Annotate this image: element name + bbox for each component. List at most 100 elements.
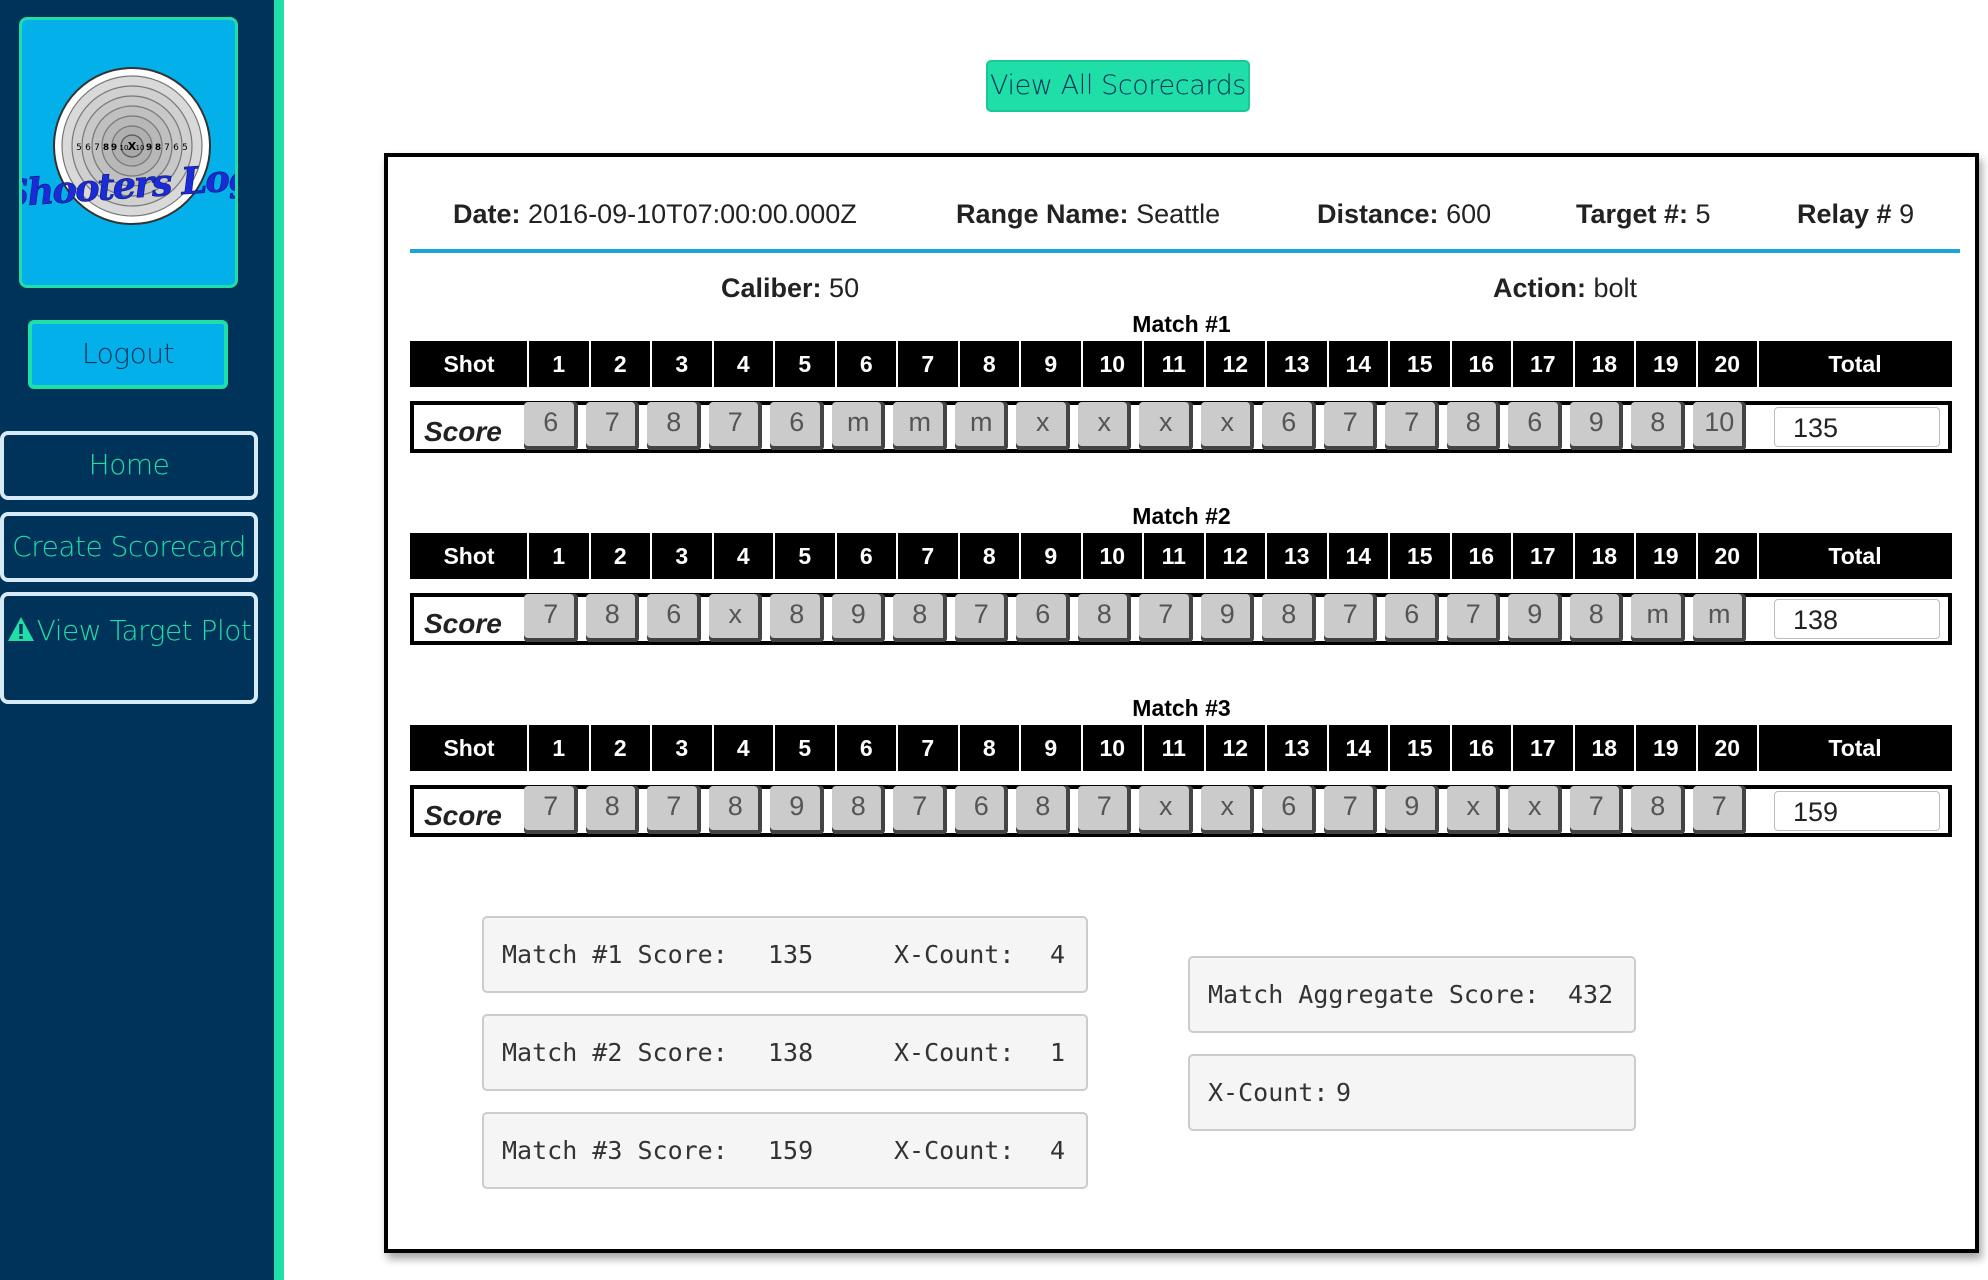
- shot-score-input[interactable]: 8: [585, 786, 639, 834]
- shot-score-input[interactable]: 8: [647, 402, 701, 450]
- shot-number-header: 11: [1161, 543, 1186, 569]
- shot-number-header: 17: [1529, 351, 1556, 377]
- shot-score-input[interactable]: 6: [1385, 594, 1439, 642]
- shot-score-input[interactable]: m: [831, 402, 885, 450]
- shot-score-input[interactable]: x: [1077, 402, 1131, 450]
- shot-score-input[interactable]: x: [1508, 786, 1562, 834]
- shot-score-input[interactable]: 9: [1200, 594, 1254, 642]
- shot-score-input[interactable]: 7: [1077, 786, 1131, 834]
- shot-score-input[interactable]: 6: [647, 594, 701, 642]
- total-x-count-label: X-Count:: [1208, 1078, 1329, 1107]
- match-total-field[interactable]: 135: [1774, 407, 1940, 447]
- shot-score-input[interactable]: 7: [1323, 786, 1377, 834]
- shot-score-input[interactable]: 8: [1262, 594, 1316, 642]
- shot-score-input[interactable]: 7: [585, 402, 639, 450]
- shot-score-input[interactable]: 7: [1139, 594, 1193, 642]
- shot-score-input[interactable]: 6: [524, 402, 578, 450]
- shot-score-input[interactable]: 8: [1016, 786, 1070, 834]
- match-header-row: Shot 1 2 3 4 5 6 7 8 9 10 11 12 13 14 15 16 17 18 19 20 Total: [410, 341, 1952, 387]
- nav-view-target-plot-label: View Target Plot: [36, 614, 252, 647]
- shot-score-input[interactable]: 8: [585, 594, 639, 642]
- shot-score-input[interactable]: x: [1200, 402, 1254, 450]
- shot-number-header: 4: [736, 543, 750, 569]
- shot-score-input[interactable]: m: [1631, 594, 1685, 642]
- shot-score-input[interactable]: x: [1016, 402, 1070, 450]
- shot-score-input[interactable]: 9: [1569, 402, 1623, 450]
- shot-score-input[interactable]: 9: [1385, 786, 1439, 834]
- logo-ring-number: 9: [111, 143, 117, 153]
- logo-ring-number: 8: [155, 143, 161, 153]
- shot-score-input[interactable]: 8: [1569, 594, 1623, 642]
- shot-number-header: 9: [1044, 351, 1058, 377]
- warning-icon: [7, 617, 34, 641]
- shot-score-input[interactable]: 6: [954, 786, 1008, 834]
- shot-score-input[interactable]: 7: [1323, 594, 1377, 642]
- shot-score-input[interactable]: 8: [1631, 402, 1685, 450]
- shot-score-input[interactable]: 7: [1385, 402, 1439, 450]
- logo-ring-number: 6: [173, 143, 179, 153]
- shot-score-input[interactable]: x: [1446, 786, 1500, 834]
- shot-score-input[interactable]: 7: [647, 786, 701, 834]
- shot-score-input[interactable]: 6: [1508, 402, 1562, 450]
- shot-score-input[interactable]: 8: [708, 786, 762, 834]
- shot-number-header: 20: [1714, 351, 1741, 377]
- shot-number-header: 9: [1044, 735, 1058, 761]
- shot-score-input[interactable]: 8: [1631, 786, 1685, 834]
- nav-create-scorecard-button[interactable]: Create Scorecard: [0, 512, 258, 582]
- shot-score-input[interactable]: m: [1692, 594, 1746, 642]
- shot-number-header: 15: [1406, 351, 1433, 377]
- shot-score-input[interactable]: 7: [954, 594, 1008, 642]
- shot-score-input[interactable]: 6: [770, 402, 824, 450]
- shot-number-header: 18: [1591, 543, 1618, 569]
- shot-score-input[interactable]: m: [954, 402, 1008, 450]
- view-all-scorecards-button[interactable]: View All Scorecards: [986, 60, 1250, 112]
- logo-ring-number: 7: [164, 143, 170, 153]
- shot-score-input[interactable]: 6: [1262, 402, 1316, 450]
- shot-score-input[interactable]: 8: [893, 594, 947, 642]
- shot-number-header: 12: [1222, 543, 1249, 569]
- shot-score-input[interactable]: 8: [770, 594, 824, 642]
- relay-value: 9: [1899, 199, 1915, 229]
- score-label: Score: [424, 416, 502, 447]
- shot-score-input[interactable]: m: [893, 402, 947, 450]
- shot-score-input[interactable]: 6: [1016, 594, 1070, 642]
- shot-number-header: 5: [798, 543, 812, 569]
- shot-score-input[interactable]: 10: [1692, 402, 1746, 450]
- shot-score-input[interactable]: 7: [708, 402, 762, 450]
- relay-info: Relay # 9: [1797, 199, 1914, 230]
- shot-score-input[interactable]: 7: [524, 786, 578, 834]
- score-row: Score 7 8 6 x 8 9 8 7 6 8 7 9 8 7 6 7 9 8 m m 138: [410, 593, 1952, 645]
- shot-score-input[interactable]: 7: [524, 594, 578, 642]
- shot-score-input[interactable]: 8: [831, 786, 885, 834]
- match-total-field[interactable]: 138: [1774, 599, 1940, 639]
- shot-score-input[interactable]: 7: [893, 786, 947, 834]
- shot-score-input[interactable]: 9: [1508, 594, 1562, 642]
- shot-score-input[interactable]: 6: [1262, 786, 1316, 834]
- shot-score-input[interactable]: 7: [1692, 786, 1746, 834]
- shot-score-input[interactable]: 7: [1569, 786, 1623, 834]
- shot-score-input[interactable]: 7: [1323, 402, 1377, 450]
- shot-score-input[interactable]: 7: [1446, 594, 1500, 642]
- shot-score-input[interactable]: x: [1200, 786, 1254, 834]
- match-total-field[interactable]: 159: [1774, 791, 1940, 831]
- scorecard-panel: Date: 2016-09-10T07:00:00.000Z Range Nam…: [384, 153, 1979, 1253]
- date-value: 2016-09-10T07:00:00.000Z: [528, 199, 857, 229]
- shot-score-input[interactable]: 8: [1077, 594, 1131, 642]
- match-title: Match #2: [1132, 503, 1231, 529]
- shot-score-input[interactable]: x: [708, 594, 762, 642]
- shot-score-input[interactable]: x: [1139, 786, 1193, 834]
- shot-score-input[interactable]: x: [1139, 402, 1193, 450]
- logout-button[interactable]: Logout: [28, 320, 228, 389]
- target-logo-icon: 5 6 7 8 9 10 X 10 9 8 7 6 5 Shooters Log: [22, 67, 235, 225]
- shot-score-input[interactable]: 9: [770, 786, 824, 834]
- shot-number-header: 16: [1468, 543, 1495, 569]
- nav-home-button[interactable]: Home: [0, 431, 258, 500]
- action-value: bolt: [1593, 273, 1638, 303]
- shot-number-header: 7: [921, 735, 935, 761]
- nav-view-target-plot-button[interactable]: View Target Plot: [0, 592, 258, 704]
- shot-score-input[interactable]: 8: [1446, 402, 1500, 450]
- app-logo[interactable]: 5 6 7 8 9 10 X 10 9 8 7 6 5 Shooters Log: [19, 17, 238, 288]
- shot-score-input[interactable]: 9: [831, 594, 885, 642]
- shot-number-header: 16: [1468, 735, 1495, 761]
- shot-number-header: 10: [1099, 351, 1126, 377]
